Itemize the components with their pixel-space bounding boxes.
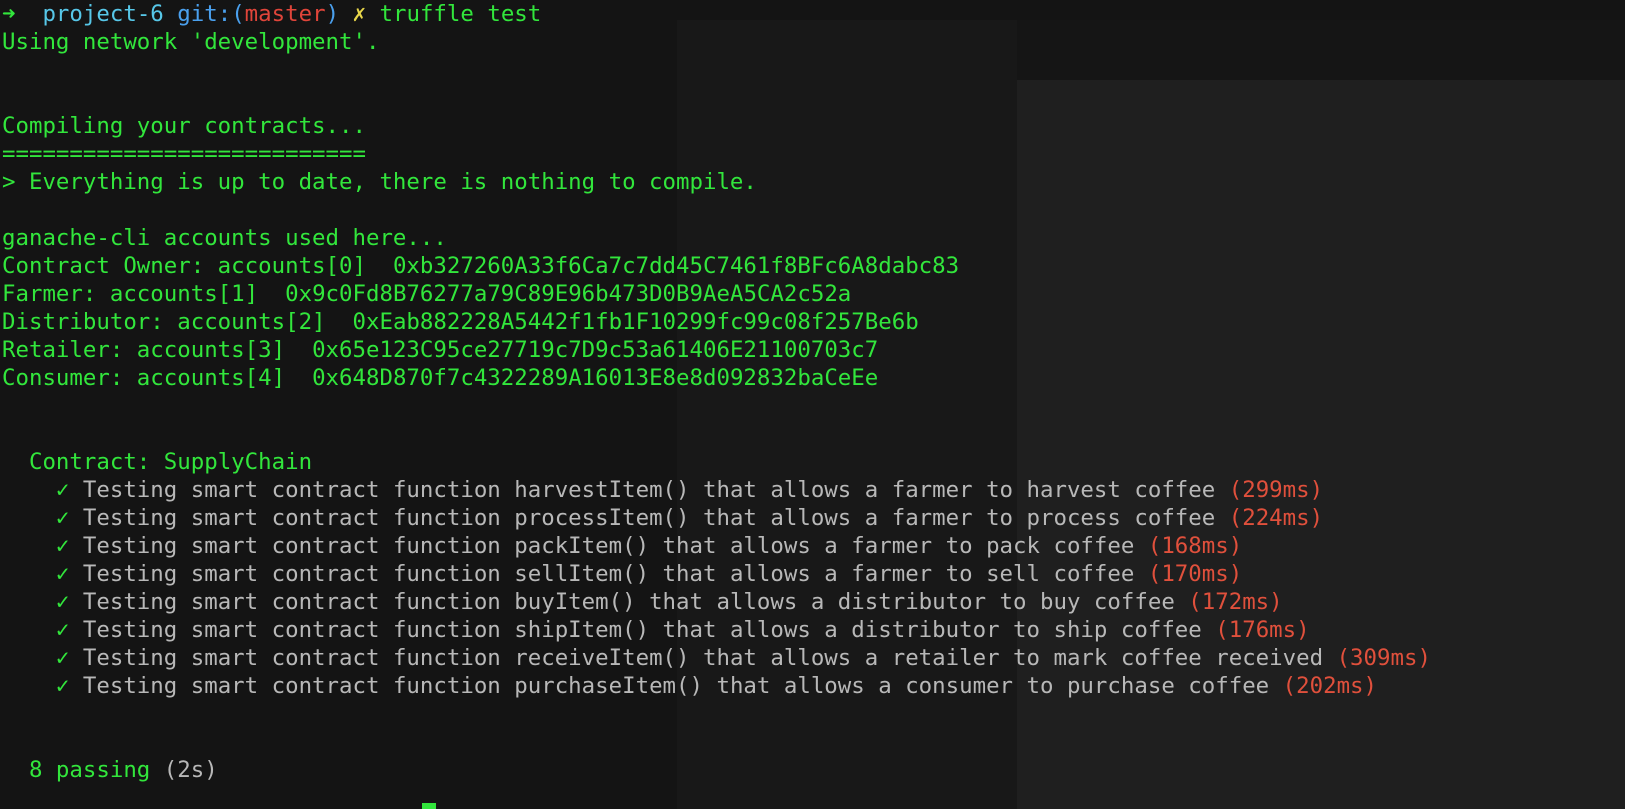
- compile-message: > Everything is up to date, there is not…: [2, 169, 757, 195]
- check-icon: ✓: [55, 617, 70, 643]
- test-duration: (202ms): [1282, 673, 1378, 699]
- check-icon: ✓: [55, 505, 70, 531]
- command-text: truffle test: [379, 1, 542, 27]
- account-address: 0xEab882228A5442f1fb1F10299fc99c08f257Be…: [352, 309, 919, 335]
- test-result: ✓ Testing smart contract function sellIt…: [2, 560, 1625, 588]
- test-duration: (168ms): [1147, 533, 1243, 559]
- test-result: ✓ Testing smart contract function shipIt…: [2, 616, 1625, 644]
- check-icon: ✓: [55, 645, 70, 671]
- test-description: Testing smart contract function harvestI…: [82, 477, 1216, 503]
- suite-title-text: Contract: SupplyChain: [28, 449, 313, 475]
- test-description: Testing smart contract function packItem…: [82, 533, 1135, 559]
- account-row: Contract Owner: accounts[0] 0xb327260A33…: [2, 252, 1625, 280]
- check-icon: ✓: [55, 561, 70, 587]
- test-result: ✓ Testing smart contract function purcha…: [2, 672, 1625, 700]
- account-address: 0x65e123C95ce27719c7D9c53a61406E21100703…: [312, 337, 879, 363]
- summary-line: 8 passing (2s): [2, 756, 1625, 784]
- account-row: Distributor: accounts[2] 0xEab882228A544…: [2, 308, 1625, 336]
- check-icon: ✓: [55, 477, 70, 503]
- test-duration: (176ms): [1215, 617, 1310, 643]
- account-address: 0x648D870f7c4322289A16013E8e8d092832baCe…: [312, 365, 879, 391]
- prompt-arrow-icon: ➜: [2, 1, 16, 27]
- terminal-cursor: [422, 803, 436, 809]
- account-label: Distributor: accounts[2]: [2, 309, 326, 335]
- compile-heading: Compiling your contracts...: [2, 113, 366, 139]
- account-address: 0xb327260A33f6Ca7c7dd45C7461f8BFc6A8dabc…: [392, 253, 960, 279]
- prompt-line: ➜ project-6 git:(master) ✗ truffle test: [2, 0, 1625, 28]
- account-label: Farmer: accounts[1]: [2, 281, 259, 307]
- account-row: Consumer: accounts[4] 0x648D870f7c432228…: [2, 364, 1625, 392]
- terminal-output[interactable]: ➜ project-6 git:(master) ✗ truffle test …: [0, 0, 1625, 809]
- test-result: ✓ Testing smart contract function harves…: [2, 476, 1625, 504]
- test-description: Testing smart contract function sellItem…: [82, 561, 1135, 587]
- test-description: Testing smart contract function purchase…: [82, 673, 1270, 699]
- check-icon: ✓: [55, 673, 70, 699]
- account-label: Consumer: accounts[4]: [2, 365, 286, 391]
- check-icon: ✓: [55, 533, 70, 559]
- test-description: Testing smart contract function receiveI…: [82, 645, 1324, 671]
- git-paren-close: ): [325, 1, 340, 27]
- test-duration: (170ms): [1147, 561, 1243, 587]
- test-duration: (309ms): [1336, 645, 1431, 671]
- prompt-directory: project-6: [42, 1, 164, 27]
- account-row: Retailer: accounts[3] 0x65e123C95ce27719…: [2, 336, 1625, 364]
- accounts-heading: ganache-cli accounts used here...: [2, 225, 447, 251]
- network-line: Using network 'development'.: [2, 29, 380, 55]
- dirty-mark-icon: ✗: [352, 1, 367, 27]
- passing-count: 8 passing: [28, 757, 151, 783]
- test-duration: (299ms): [1228, 477, 1324, 503]
- test-duration: (172ms): [1188, 589, 1283, 615]
- git-label: git:: [177, 1, 232, 27]
- test-result: ✓ Testing smart contract function receiv…: [2, 644, 1625, 672]
- test-result: ✓ Testing smart contract function buyIte…: [2, 588, 1625, 616]
- test-result: ✓ Testing smart contract function packIt…: [2, 532, 1625, 560]
- test-description: Testing smart contract function processI…: [82, 505, 1216, 531]
- test-description: Testing smart contract function buyItem(…: [82, 589, 1175, 615]
- account-label: Contract Owner: accounts[0]: [2, 253, 366, 279]
- total-duration: (2s): [163, 757, 218, 783]
- test-duration: (224ms): [1228, 505, 1324, 531]
- suite-title: Contract: SupplyChain: [2, 448, 1625, 476]
- account-label: Retailer: accounts[3]: [2, 337, 286, 363]
- account-address: 0x9c0Fd8B76277a79C89E96b473D0B9AeA5CA2c5…: [285, 281, 852, 307]
- test-result: ✓ Testing smart contract function proces…: [2, 504, 1625, 532]
- git-paren-open: (: [231, 1, 245, 27]
- account-row: Farmer: accounts[1] 0x9c0Fd8B76277a79C89…: [2, 280, 1625, 308]
- compile-rule: ===========================: [2, 141, 366, 167]
- git-branch: master: [244, 1, 326, 27]
- check-icon: ✓: [55, 589, 70, 615]
- test-description: Testing smart contract function shipItem…: [82, 617, 1202, 643]
